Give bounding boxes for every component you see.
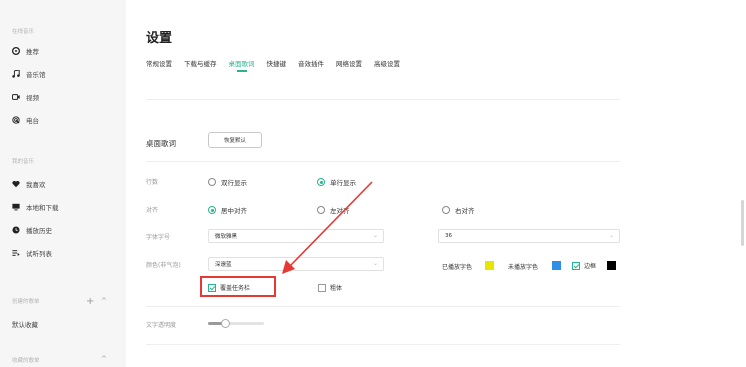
- scrollbar[interactable]: [741, 200, 744, 246]
- annotation-arrow: [282, 181, 373, 274]
